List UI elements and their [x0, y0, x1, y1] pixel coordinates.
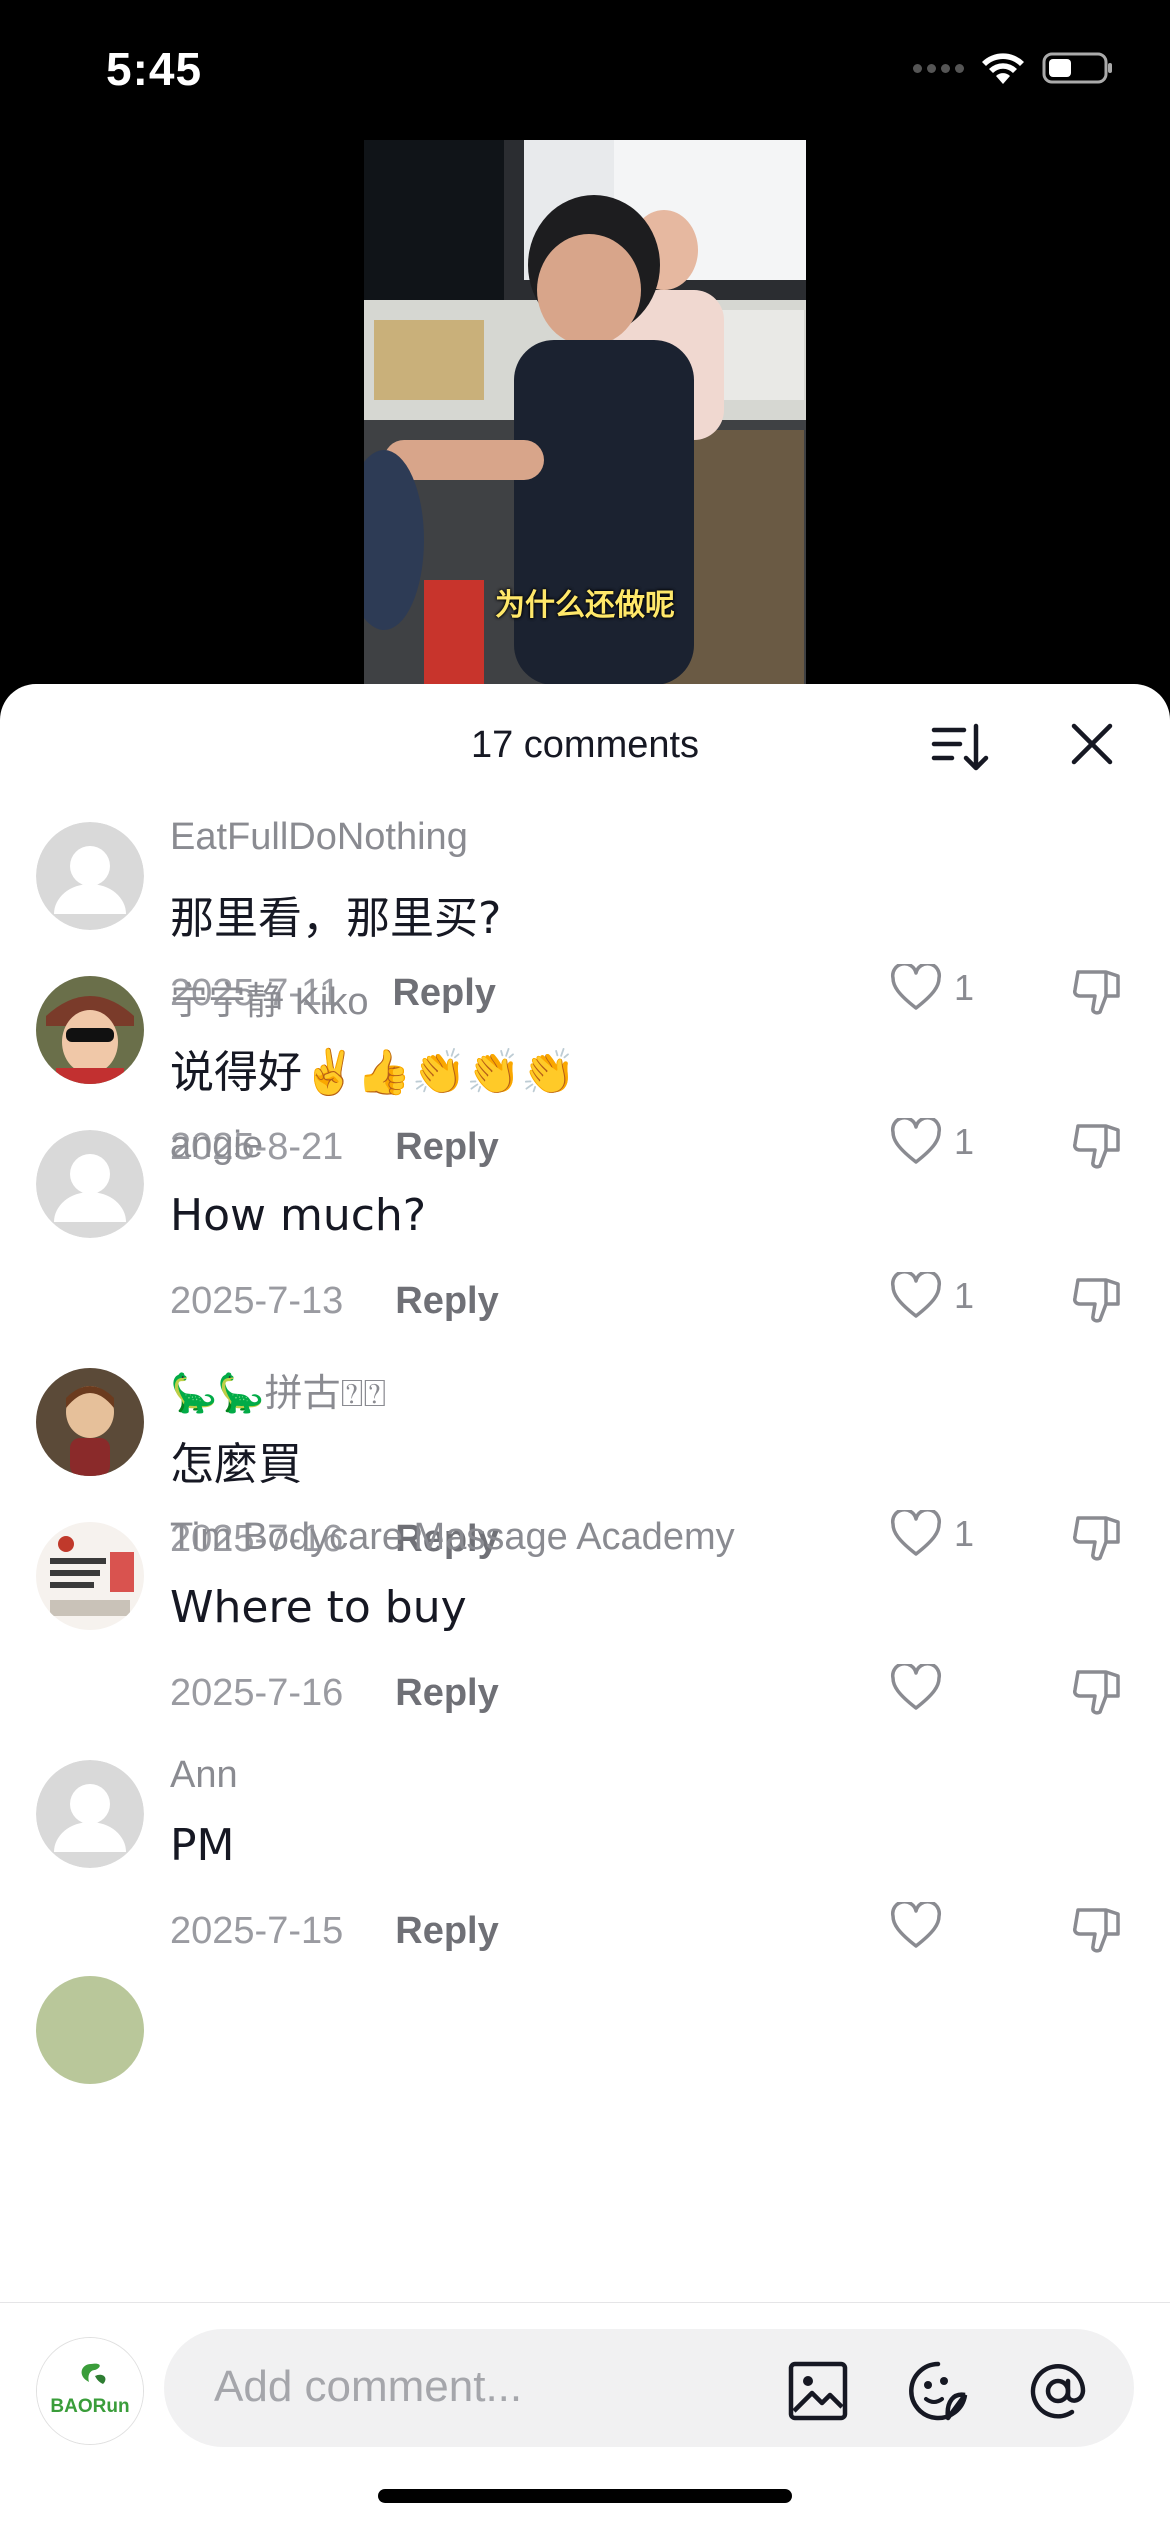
comment-text: 说得好✌️👍👏👏👏: [170, 1047, 576, 1098]
comment-meta: 2025-7-15 Reply: [170, 1910, 499, 1953]
video-player[interactable]: 为什么还做呢: [0, 140, 1170, 700]
dislike-button[interactable]: [1070, 1902, 1126, 1958]
thumbs-down-icon: [1073, 1124, 1120, 1169]
heart-icon: [890, 964, 942, 1010]
comment-input-field[interactable]: [164, 2329, 1134, 2447]
like-button[interactable]: [890, 1664, 954, 1712]
comment-username[interactable]: EatFullDoNothing: [170, 816, 468, 859]
comment-date: 2025-7-13: [170, 1280, 344, 1322]
mention-button[interactable]: [1026, 2359, 1090, 2423]
dislike-button[interactable]: [1070, 1510, 1126, 1566]
default-avatar-icon: [36, 822, 144, 930]
comment-username[interactable]: Tim Bodycare Massage Academy: [170, 1516, 735, 1559]
heart-icon: [890, 1510, 942, 1556]
avatar[interactable]: [36, 1368, 144, 1476]
my-avatar[interactable]: BAORun: [36, 2337, 144, 2445]
sort-button[interactable]: [928, 716, 992, 780]
default-avatar-icon: [36, 1760, 144, 1868]
comment-input[interactable]: [214, 2357, 774, 2417]
thumbs-down-icon: [1073, 1278, 1120, 1323]
reply-button[interactable]: Reply: [395, 1672, 498, 1715]
dislike-button[interactable]: [1070, 1664, 1126, 1720]
comment-meta: 2025-7-13 Reply: [170, 1280, 499, 1323]
status-bar: 5:45: [0, 0, 1170, 140]
video-caption: 为什么还做呢: [495, 588, 675, 623]
avatar[interactable]: [36, 1130, 144, 1238]
comment-username[interactable]: 宁宁静 Kiko: [170, 970, 368, 1025]
dislike-button[interactable]: [1070, 1272, 1126, 1328]
comment-username[interactable]: Ann: [170, 1754, 238, 1797]
like-button[interactable]: [890, 1902, 954, 1950]
home-indicator[interactable]: [378, 2489, 792, 2503]
like-button[interactable]: 1: [890, 1510, 974, 1558]
comment-date: 2025-7-16: [170, 1672, 344, 1714]
brand-text: BAORun: [50, 2396, 130, 2417]
image-icon: [788, 2361, 848, 2421]
comment-text: Where to buy: [170, 1582, 467, 1633]
avatar[interactable]: [36, 976, 144, 1084]
comment-composer: BAORun: [0, 2302, 1170, 2532]
comments-header: 17 comments: [0, 684, 1170, 804]
comment-username[interactable]: angie: [170, 1124, 263, 1167]
academy-logo-avatar: [36, 1522, 144, 1630]
status-icons: [913, 50, 1114, 86]
at-mention-icon: [1030, 2364, 1086, 2419]
reply-button[interactable]: Reply: [395, 1280, 498, 1323]
user-avatar-photo: [36, 976, 144, 1084]
heart-icon: [890, 1664, 942, 1710]
comment-text: 那里看，那里买?: [170, 893, 502, 944]
baorun-logo: [37, 2338, 143, 2444]
heart-icon: [890, 1272, 942, 1318]
thumbs-down-icon: [1073, 1516, 1120, 1561]
cellular-signal-icon: [913, 63, 964, 73]
comments-count-title: 17 comments: [470, 724, 700, 766]
status-time: 5:45: [106, 43, 203, 95]
comments-sheet: 17 comments EatFullDoNothing 那里看，那里买? 20…: [0, 684, 1170, 2532]
comment-username[interactable]: 🦕🦕拼古⍰⍰: [170, 1362, 386, 1417]
video-frame[interactable]: 为什么还做呢: [364, 140, 806, 685]
emoji-button[interactable]: [906, 2359, 970, 2423]
avatar[interactable]: [36, 1976, 144, 2084]
default-avatar-icon: [36, 1130, 144, 1238]
user-avatar-photo: [36, 1368, 144, 1476]
battery-icon: [1042, 52, 1112, 84]
sort-icon: [931, 723, 989, 771]
like-button[interactable]: 1: [890, 964, 974, 1012]
like-button[interactable]: 1: [890, 1118, 974, 1166]
like-count: 1: [954, 1121, 975, 1162]
heart-icon: [890, 1118, 942, 1164]
close-button[interactable]: [1064, 716, 1120, 772]
reply-button[interactable]: Reply: [395, 1910, 498, 1953]
like-button[interactable]: 1: [890, 1272, 974, 1320]
like-count: 1: [954, 1275, 975, 1316]
like-count: 1: [954, 1513, 975, 1554]
comment-text: 怎麼買: [170, 1439, 302, 1490]
dislike-button[interactable]: [1070, 964, 1126, 1020]
emoji-sticker-icon: [909, 2361, 968, 2421]
thumbs-down-icon: [1073, 1670, 1120, 1715]
avatar[interactable]: [36, 822, 144, 930]
like-count: 1: [954, 967, 975, 1008]
image-button[interactable]: [786, 2359, 850, 2423]
wifi-icon: [982, 53, 1024, 84]
thumbs-down-icon: [1073, 1908, 1120, 1953]
avatar[interactable]: [36, 1760, 144, 1868]
reply-button[interactable]: Reply: [395, 1126, 498, 1169]
thumbs-down-icon: [1073, 970, 1120, 1015]
close-icon: [1071, 723, 1113, 765]
heart-icon: [890, 1902, 942, 1948]
comment-text: PM: [170, 1820, 235, 1871]
comment-date: 2025-7-15: [170, 1910, 344, 1952]
comment-meta: 2025-7-16 Reply: [170, 1672, 499, 1715]
avatar[interactable]: [36, 1522, 144, 1630]
dislike-button[interactable]: [1070, 1118, 1126, 1174]
reply-button[interactable]: Reply: [392, 972, 495, 1015]
comment-text: How much?: [170, 1190, 427, 1241]
